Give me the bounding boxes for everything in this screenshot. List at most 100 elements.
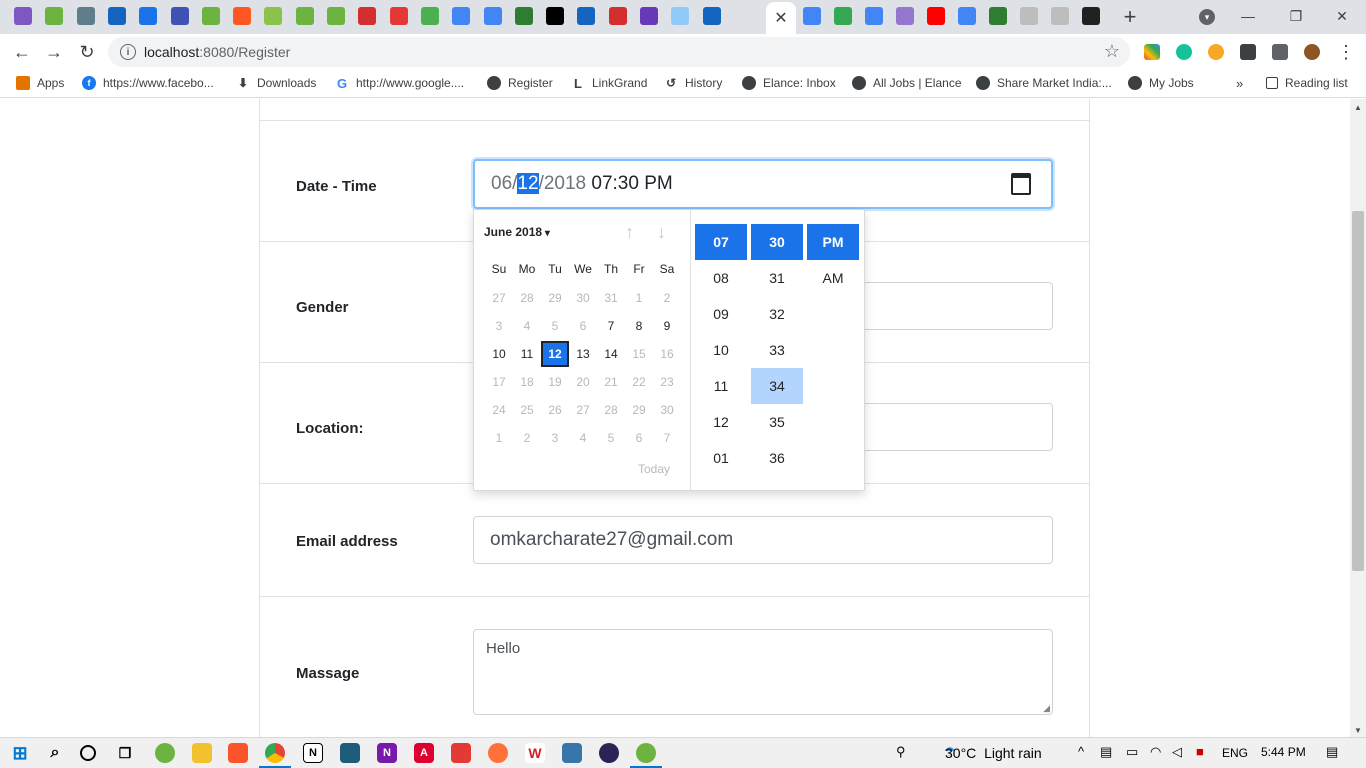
wps-office-icon[interactable]: W	[525, 743, 545, 763]
antivirus-icon[interactable]: ■	[1196, 744, 1204, 759]
reading-list-button[interactable]: Reading list	[1266, 76, 1348, 90]
bookmark-share-market[interactable]: Share Market India:...	[976, 76, 1112, 90]
battery-icon[interactable]: ▭	[1126, 744, 1138, 760]
new-tab-button[interactable]: +	[1118, 4, 1142, 29]
browser-menu-icon[interactable]: ⋮	[1334, 40, 1358, 64]
python-icon[interactable]	[562, 743, 582, 763]
ampm-option[interactable]: AM	[807, 260, 859, 296]
url-text[interactable]: localhost:8080/Register	[144, 44, 290, 60]
email-value[interactable]: omkarcharate27@gmail.com	[490, 529, 733, 551]
calendar-day[interactable]: 10	[485, 341, 513, 367]
wifi-icon[interactable]: ◠	[1150, 744, 1161, 760]
tab-favicon[interactable]	[14, 7, 32, 25]
tab-favicon[interactable]	[927, 7, 945, 25]
weather-widget[interactable]: 30°C Light rain	[945, 745, 1042, 761]
ampm-option[interactable]: PM	[807, 224, 859, 260]
bookmark-google[interactable]: Ghttp://www.google....	[335, 76, 464, 91]
keyboard-icon[interactable]: ▤	[1100, 744, 1112, 760]
next-month-arrow-icon[interactable]: ↓	[657, 222, 666, 243]
tab-favicon[interactable]	[295, 7, 314, 25]
minute-option[interactable]: 36	[751, 440, 803, 476]
calendar-day[interactable]: 11	[513, 341, 541, 367]
minimize-window-icon[interactable]: —	[1226, 4, 1270, 28]
tab-favicon[interactable]	[170, 7, 189, 25]
site-info-icon[interactable]: i	[120, 44, 136, 60]
tab-favicon[interactable]	[389, 7, 408, 25]
profile-avatar[interactable]	[1304, 44, 1320, 60]
tab-favicon[interactable]	[1051, 7, 1069, 25]
tab-favicon[interactable]	[896, 7, 914, 25]
volume-icon[interactable]: ◁	[1172, 744, 1182, 760]
tab-favicon[interactable]	[358, 7, 377, 25]
bookmark-linkgrand[interactable]: L LinkGrand	[571, 76, 647, 91]
message-textarea[interactable]: Hello ◢	[473, 629, 1053, 715]
scroll-up-icon[interactable]: ▲	[1354, 103, 1362, 112]
extensions-puzzle-icon[interactable]	[1272, 44, 1288, 60]
spring-tool-icon-2[interactable]	[636, 743, 656, 763]
bookmark-star-icon[interactable]: ☆	[1104, 41, 1120, 62]
scroll-thumb[interactable]	[1352, 211, 1364, 571]
tab-favicon[interactable]	[139, 7, 158, 25]
tab-favicon[interactable]	[865, 7, 883, 25]
chrome-icon[interactable]	[265, 743, 285, 763]
tab-favicon[interactable]	[803, 7, 821, 25]
calendar-day[interactable]: 8	[625, 313, 653, 339]
windows-start-icon[interactable]: ⊞	[10, 743, 30, 763]
file-explorer-icon[interactable]	[192, 743, 212, 763]
hour-option[interactable]: 11	[695, 368, 747, 404]
minute-option[interactable]: 30	[751, 224, 803, 260]
scroll-down-icon[interactable]: ▼	[1354, 726, 1362, 735]
brave-browser-icon[interactable]	[228, 743, 248, 763]
minute-option[interactable]: 34	[751, 368, 803, 404]
tab-favicon[interactable]	[1020, 7, 1038, 25]
tab-favicon[interactable]	[702, 7, 721, 25]
calendar-day[interactable]: 7	[597, 313, 625, 339]
calendar-day[interactable]: 14	[597, 341, 625, 367]
calendar-day[interactable]: 13	[569, 341, 597, 367]
hour-option[interactable]: 09	[695, 296, 747, 332]
people-icon[interactable]: ⚲	[896, 744, 906, 760]
datetime-ampm[interactable]: PM	[644, 173, 673, 194]
datetime-input[interactable]: 06/12/2018 07:30 PM	[473, 159, 1053, 209]
show-hidden-icons-chevron-icon[interactable]: ^	[1078, 744, 1084, 759]
firefox-icon[interactable]	[488, 743, 508, 763]
resize-handle-icon[interactable]: ◢	[1043, 703, 1050, 714]
minute-option[interactable]: 33	[751, 332, 803, 368]
language-indicator[interactable]: ENG	[1222, 746, 1248, 760]
tab-favicon[interactable]	[483, 7, 502, 25]
hour-option[interactable]: 12	[695, 404, 747, 440]
tab-favicon[interactable]	[608, 7, 627, 25]
tab-favicon[interactable]	[514, 7, 533, 25]
today-button[interactable]: Today	[638, 462, 670, 476]
datetime-year[interactable]: /2018	[539, 173, 587, 194]
angular-icon[interactable]: A	[414, 743, 434, 763]
tab-favicon[interactable]	[76, 7, 95, 25]
cortana-icon[interactable]	[80, 745, 96, 761]
tab-favicon[interactable]	[671, 7, 690, 25]
bookmark-history[interactable]: ↺ History	[664, 76, 722, 90]
forward-arrow-icon[interactable]: →	[42, 40, 66, 64]
tab-favicon[interactable]	[577, 7, 596, 25]
previous-month-arrow-icon[interactable]: ↑	[625, 222, 634, 243]
close-window-icon[interactable]: ✕	[1320, 4, 1364, 28]
calendar-icon[interactable]	[1011, 173, 1031, 195]
datetime-value[interactable]: 06/12/2018 07:30 PM	[491, 173, 673, 195]
datetime-month[interactable]: 06/	[491, 173, 517, 194]
message-value[interactable]: Hello	[486, 640, 520, 657]
hour-option[interactable]: 10	[695, 332, 747, 368]
hour-option[interactable]: 07	[695, 224, 747, 260]
devtools-extension-icon[interactable]	[1240, 44, 1256, 60]
tab-favicon[interactable]	[1082, 7, 1100, 25]
tab-favicon[interactable]	[640, 7, 658, 25]
notification-center-icon[interactable]: ▤	[1326, 744, 1338, 760]
bookmark-elance-jobs[interactable]: All Jobs | Elance	[852, 76, 962, 90]
tab-favicon[interactable]	[546, 7, 565, 25]
minute-option[interactable]: 35	[751, 404, 803, 440]
tab-search-icon[interactable]: ▾	[1199, 9, 1215, 25]
grammarly-icon[interactable]	[1176, 44, 1192, 60]
datetime-time[interactable]: 07:30	[591, 173, 639, 194]
mysql-workbench-icon[interactable]	[340, 743, 360, 763]
month-year-dropdown[interactable]: June 2018	[484, 225, 550, 239]
datetime-day[interactable]: 12	[517, 173, 539, 194]
bookmark-my-jobs[interactable]: My Jobs	[1128, 76, 1194, 90]
